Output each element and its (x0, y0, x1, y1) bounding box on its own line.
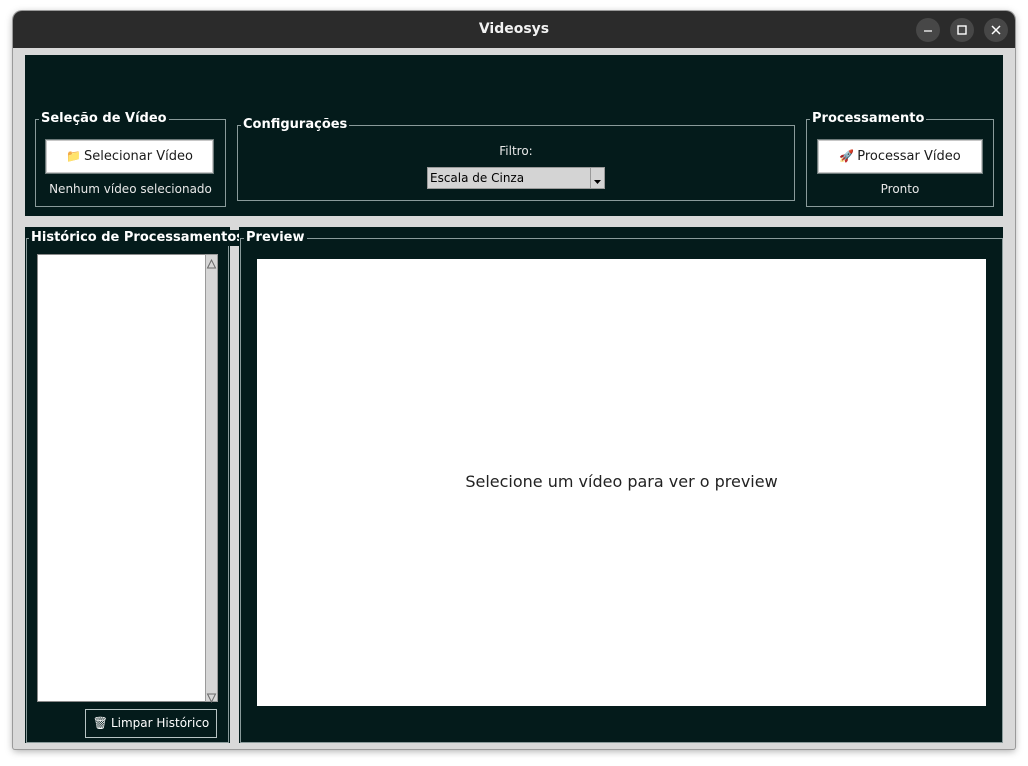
history-group: Histórico de Processamentos 🗑 Limpar Hist… (26, 230, 247, 743)
filter-label: Filtro: (499, 144, 533, 158)
clear-history-label: Limpar Histórico (110, 716, 210, 730)
close-icon (991, 25, 1001, 35)
process-video-label: Processar Vídeo (857, 149, 961, 164)
settings-group: Configurações Filtro: Escala de Cinza (237, 117, 795, 201)
window-title: Videosys (478, 21, 550, 37)
controls-panel: Seleção de Vídeo 📁 Selecionar Vídeo Nenhu… (25, 55, 1003, 216)
settings-title: Configurações (241, 117, 350, 133)
maximize-icon (957, 25, 967, 35)
minimize-button[interactable] (916, 18, 940, 42)
history-title: Histórico de Processamentos (29, 230, 247, 246)
video-selection-status: Nenhum vídeo selecionado (49, 182, 212, 196)
scroll-down-icon[interactable] (206, 689, 217, 704)
filter-select[interactable]: Escala de Cinza (427, 167, 605, 189)
process-video-button[interactable]: 🚀 Processar Vídeo (818, 140, 982, 173)
preview-title: Preview (244, 230, 307, 246)
preview-canvas: Selecione um vídeo para ver o preview (257, 259, 986, 706)
preview-group: Preview Selecione um vídeo para ver o pr… (240, 230, 1003, 743)
app-window: Videosys Seleção de Vídeo 📁 Selecionar Ví… (13, 11, 1015, 749)
clear-history-button[interactable]: 🗑 Limpar Histórico (85, 709, 217, 738)
preview-panel: Preview Selecione um vídeo para ver o pr… (239, 227, 1003, 743)
scroll-up-icon[interactable] (206, 255, 217, 269)
video-selection-title: Seleção de Vídeo (39, 111, 169, 127)
video-selection-group: Seleção de Vídeo 📁 Selecionar Vídeo Nenhu… (35, 111, 226, 207)
title-bar[interactable]: Videosys (13, 11, 1015, 48)
select-video-button[interactable]: 📁 Selecionar Vídeo (46, 140, 213, 173)
select-video-label: Selecionar Vídeo (83, 149, 193, 164)
processing-group: Processamento 🚀 Processar Vídeo Pronto (806, 111, 994, 207)
processing-status: Pronto (880, 182, 920, 196)
filter-selected-value: Escala de Cinza (430, 171, 525, 185)
history-scrollbar[interactable] (205, 254, 218, 704)
folder-icon: 📁 (66, 149, 81, 163)
trash-icon: 🗑 (92, 716, 108, 730)
processing-title: Processamento (810, 111, 927, 127)
minimize-icon (924, 30, 932, 32)
history-list[interactable] (37, 254, 206, 702)
history-panel: Histórico de Processamentos 🗑 Limpar Hist… (25, 227, 247, 743)
close-button[interactable] (984, 18, 1008, 42)
chevron-down-icon (590, 168, 604, 188)
maximize-button[interactable] (950, 18, 974, 42)
rocket-icon: 🚀 (839, 149, 855, 163)
preview-placeholder: Selecione um vídeo para ver o preview (465, 472, 778, 491)
